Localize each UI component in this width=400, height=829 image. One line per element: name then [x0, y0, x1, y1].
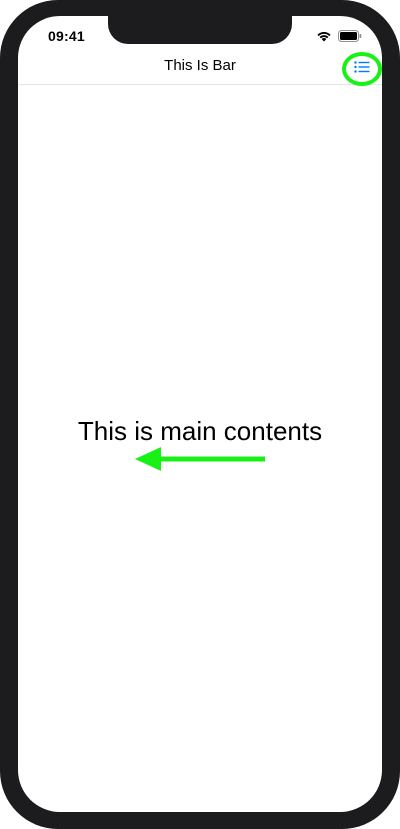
list-icon — [354, 60, 370, 78]
main-content-text: This is main contents — [77, 416, 323, 446]
nav-title: This Is Bar — [164, 57, 236, 74]
wifi-icon — [316, 29, 332, 47]
navigation-bar: This Is Bar — [18, 50, 382, 86]
screen: 09:41 This Is Bar This is main contents — [18, 16, 382, 812]
battery-icon — [338, 29, 362, 47]
left-arrow-icon — [133, 444, 268, 474]
device-frame: 09:41 This Is Bar This is main contents — [0, 0, 400, 829]
notch — [108, 16, 292, 44]
menu-button[interactable] — [342, 52, 382, 86]
status-icons — [316, 29, 362, 47]
status-time: 09:41 — [48, 28, 85, 44]
